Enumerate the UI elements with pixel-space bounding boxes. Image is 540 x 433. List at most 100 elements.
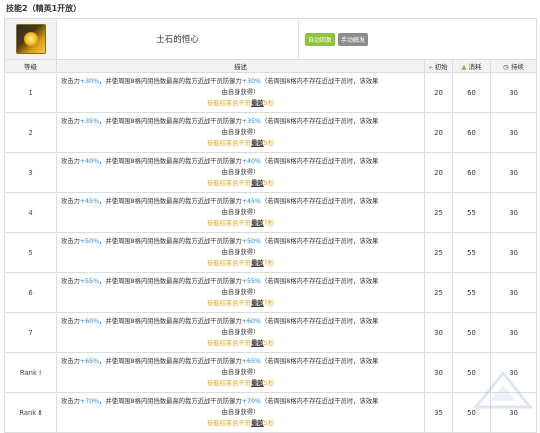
col-init: ▸ 初始 (424, 59, 453, 73)
atk-value: +35% (79, 118, 100, 125)
stun-line: 技能结束后干员晕眩5秒 (61, 338, 420, 349)
stun-unit: 秒 (267, 420, 274, 427)
description-cell: 攻击力+60%，并使周围8格内阻挡数最高的我方近战干员防御力+60%（若周围8格… (56, 312, 425, 353)
stun-line: 技能结束后干员晕眩9秒 (61, 178, 420, 189)
desc-note-end: 由自身获得） (221, 369, 260, 376)
desc-atk-label: 攻击力 (61, 198, 80, 205)
def-value: +35% (241, 118, 261, 125)
desc-atk-label: 攻击力 (61, 78, 80, 85)
desc-note-end: 由自身获得） (221, 409, 260, 416)
atk-value: +55% (79, 278, 100, 285)
init-cell: 25 (424, 272, 453, 313)
atk-value: +60% (79, 318, 100, 325)
col-duration: ◷ 持续 (489, 59, 538, 73)
stun-prefix: 技能结束后干员 (207, 340, 252, 347)
stun-unit: 秒 (267, 300, 274, 307)
atk-value: +65% (79, 358, 100, 365)
desc-atk-label: 攻击力 (61, 238, 80, 245)
stun-keyword[interactable]: 晕眩 (251, 260, 264, 267)
def-value: +45% (241, 198, 261, 205)
init-cell: 25 (424, 232, 453, 273)
init-cell: 25 (424, 192, 453, 233)
desc-atk-label: 攻击力 (61, 158, 80, 165)
description-cell: 攻击力+65%，并使周围8格内阻挡数最高的我方近战干员防御力+65%（若周围8格… (56, 352, 425, 393)
table-row: 7 攻击力+60%，并使周围8格内阻挡数最高的我方近战干员防御力+60%（若周围8… (4, 312, 538, 353)
desc-note: （若周围8格内不存在近战干员时，该效果 (261, 318, 379, 325)
stun-prefix: 技能结束后干员 (207, 300, 252, 307)
def-value: +30% (241, 78, 261, 85)
stun-line: 技能结束后干员晕眩9秒 (61, 138, 420, 149)
table-row: 3 攻击力+40%，并使周围8格内阻挡数最高的我方近战干员防御力+40%（若周围8… (4, 152, 538, 193)
duration-cell: 30 (489, 112, 538, 153)
stun-prefix: 技能结束后干员 (207, 420, 252, 427)
desc-note-end: 由自身获得） (221, 129, 260, 136)
stun-line: 技能结束后干员晕眩5秒 (61, 418, 420, 429)
init-cell: 20 (424, 112, 453, 153)
desc-note-end: 由自身获得） (221, 289, 260, 296)
table-row: 6 攻击力+55%，并使周围8格内阻挡数最高的我方近战干员防御力+55%（若周围8… (4, 272, 538, 313)
stun-keyword[interactable]: 晕眩 (251, 140, 264, 147)
table-row: 5 攻击力+50%，并使周围8格内阻挡数最高的我方近战干员防御力+50%（若周围8… (4, 232, 538, 273)
desc-def-label: ，并使周围8格内阻挡数最高的我方近战干员防御力 (99, 198, 242, 205)
desc-note-end: 由自身获得） (221, 209, 260, 216)
stun-line: 技能结束后干员晕眩5秒 (61, 378, 420, 389)
stun-unit: 秒 (267, 380, 274, 387)
stun-keyword[interactable]: 晕眩 (251, 180, 264, 187)
tag-manual-trigger: 手动触发 (338, 32, 369, 46)
def-value: +40% (241, 158, 261, 165)
level-cell: Rank Ⅰ (4, 352, 57, 393)
table-row: Rank Ⅰ 攻击力+65%，并使周围8格内阻挡数最高的我方近战干员防御力+65%… (4, 352, 538, 393)
stun-prefix: 技能结束后干员 (207, 140, 252, 147)
cost-icon: ▲ (461, 63, 467, 71)
cost-cell: 50 (452, 312, 491, 353)
desc-note: （若周围8格内不存在近战干员时，该效果 (261, 358, 379, 365)
stun-prefix: 技能结束后干员 (207, 180, 252, 187)
col-init-label: 初始 (434, 63, 448, 71)
level-cell: 2 (4, 112, 57, 153)
def-value: +65% (241, 358, 261, 365)
atk-value: +30% (79, 78, 100, 85)
def-value: +70% (241, 398, 261, 405)
stun-keyword[interactable]: 晕眩 (251, 220, 264, 227)
description-cell: 攻击力+55%，并使周围8格内阻挡数最高的我方近战干员防御力+55%（若周围8格… (56, 272, 425, 313)
stun-line: 技能结束后干员晕眩7秒 (61, 218, 420, 229)
stun-unit: 秒 (267, 340, 274, 347)
desc-def-label: ，并使周围8格内阻挡数最高的我方近战干员防御力 (99, 158, 242, 165)
stun-keyword[interactable]: 晕眩 (251, 300, 264, 307)
desc-note: （若周围8格内不存在近战干员时，该效果 (261, 78, 379, 85)
cost-cell: 60 (452, 152, 491, 193)
def-value: +55% (241, 278, 261, 285)
col-level: 等级 (4, 59, 57, 73)
stun-prefix: 技能结束后干员 (207, 100, 252, 107)
duration-cell: 30 (489, 232, 538, 273)
desc-def-label: ，并使周围8格内阻挡数最高的我方近战干员防御力 (99, 238, 242, 245)
col-cost-label: 消耗 (468, 63, 482, 71)
init-cell: 20 (424, 152, 453, 193)
stun-unit: 秒 (267, 180, 274, 187)
watermark-logo-icon (472, 370, 534, 409)
stun-keyword[interactable]: 晕眩 (251, 380, 264, 387)
table-row: Rank Ⅱ 攻击力+70%，并使周围8格内阻挡数最高的我方近战干员防御力+70%… (4, 392, 538, 433)
level-cell: 4 (4, 192, 57, 233)
column-header-row: 等级 描述 ▸ 初始 ▲ 消耗 ◷ 持续 (4, 59, 538, 73)
table-row: 1 攻击力+30%，并使周围8格内阻挡数最高的我方近战干员防御力+30%（若周围8… (4, 72, 538, 113)
desc-atk-label: 攻击力 (61, 398, 80, 405)
stun-keyword[interactable]: 晕眩 (251, 100, 264, 107)
atk-value: +70% (79, 398, 100, 405)
stun-keyword[interactable]: 晕眩 (251, 340, 264, 347)
atk-value: +45% (79, 198, 100, 205)
col-duration-label: 持续 (510, 63, 524, 71)
duration-icon: ◷ (503, 63, 509, 71)
desc-note: （若周围8格内不存在近战干员时，该效果 (261, 198, 379, 205)
atk-value: +50% (79, 238, 100, 245)
desc-def-label: ，并使周围8格内阻挡数最高的我方近战干员防御力 (99, 118, 242, 125)
desc-atk-label: 攻击力 (61, 318, 80, 325)
level-cell: 6 (4, 272, 57, 313)
stun-line: 技能结束后干员晕眩9秒 (61, 98, 420, 109)
desc-def-label: ，并使周围8格内阻挡数最高的我方近战干员防御力 (99, 358, 242, 365)
cost-cell: 55 (452, 192, 491, 233)
stun-keyword[interactable]: 晕眩 (251, 420, 264, 427)
col-desc: 描述 (56, 59, 425, 73)
stun-prefix: 技能结束后干员 (207, 260, 252, 267)
table-row: 4 攻击力+45%，并使周围8格内阻挡数最高的我方近战干员防御力+45%（若周围8… (4, 192, 538, 233)
